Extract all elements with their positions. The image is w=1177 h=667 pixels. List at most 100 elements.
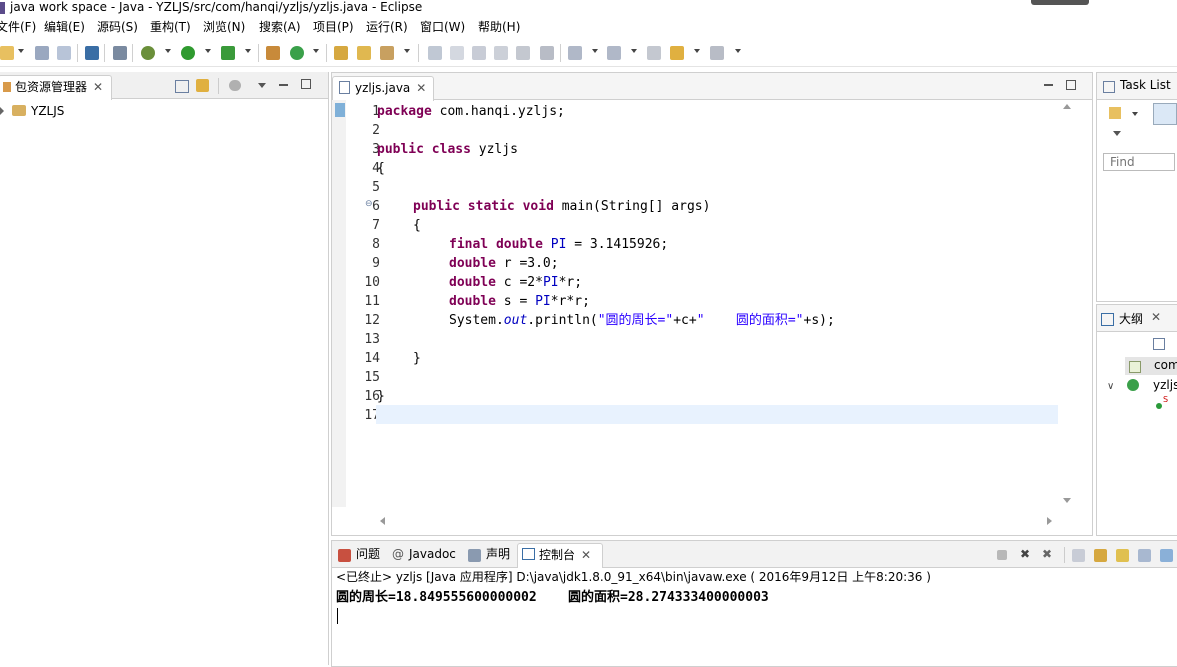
prev-annotation-icon[interactable]	[607, 46, 621, 60]
new-class-icon[interactable]	[290, 46, 304, 60]
new-task-icon[interactable]	[1109, 107, 1121, 119]
pin-icon[interactable]	[428, 46, 442, 60]
tab-javadoc[interactable]: Javadoc	[409, 545, 456, 563]
tab-declaration[interactable]: 声明	[486, 545, 510, 563]
back-arrow-icon[interactable]	[670, 46, 684, 60]
pilcrow-icon[interactable]	[540, 46, 554, 60]
forward-arrow-icon[interactable]	[710, 46, 724, 60]
minimize-icon[interactable]	[279, 84, 288, 86]
view-menu-icon[interactable]	[258, 83, 266, 88]
code-line-6[interactable]: public static void main(String[] args)	[413, 197, 710, 216]
link-editor-icon[interactable]	[196, 79, 209, 92]
fold-toggle-icon[interactable]: ⊖	[365, 199, 373, 209]
menu-file[interactable]: 文件(F)	[0, 18, 36, 36]
external-dropdown-icon[interactable]	[245, 49, 251, 53]
search-icon[interactable]	[380, 46, 394, 60]
toggle-block-icon[interactable]	[494, 46, 508, 60]
menu-run[interactable]: 运行(R)	[366, 18, 408, 36]
close-icon[interactable]: ✕	[416, 77, 426, 99]
new-dropdown-icon[interactable]	[18, 49, 24, 53]
maximize-icon[interactable]	[301, 79, 311, 89]
search-dropdown-icon[interactable]	[404, 49, 410, 53]
new-task-dropdown-icon[interactable]	[1132, 112, 1138, 116]
menu-project[interactable]: 项目(P)	[313, 18, 354, 36]
code-line-12[interactable]: System.out.println("圆的周长="+c+" 圆的面积="+s)…	[449, 311, 835, 330]
scroll-left-icon[interactable]	[380, 517, 385, 525]
pin-console-icon[interactable]	[1160, 549, 1173, 562]
task-list-tab-label[interactable]: Task List	[1120, 78, 1171, 92]
show-on-output-icon[interactable]	[1138, 549, 1151, 562]
code-line-1[interactable]: package com.hanqi.yzljs;	[377, 102, 565, 121]
new-icon[interactable]	[0, 46, 14, 60]
clear-console-icon[interactable]	[1072, 549, 1085, 562]
menu-edit[interactable]: 编辑(E)	[44, 18, 85, 36]
open-type-icon[interactable]	[334, 46, 348, 60]
vertical-scrollbar[interactable]	[1059, 100, 1075, 507]
code-line-3[interactable]: public class yzljs	[377, 140, 518, 159]
code-line-7[interactable]: {	[413, 216, 421, 235]
code-line-11[interactable]: double s = PI*r*r;	[449, 292, 590, 311]
expand-arrow-icon[interactable]: ∨	[1107, 381, 1114, 392]
run-dropdown-icon[interactable]	[205, 49, 211, 53]
outline-class-label[interactable]: yzljs	[1153, 378, 1177, 392]
scroll-up-icon[interactable]	[1063, 104, 1071, 109]
annotation-icon[interactable]	[450, 46, 464, 60]
horizontal-scrollbar[interactable]	[376, 513, 1059, 529]
tab-problems[interactable]: 问题	[356, 545, 380, 563]
console-output-line[interactable]: 圆的周长=18.849555600000002 圆的面积=28.27433340…	[336, 589, 769, 607]
run-external-icon[interactable]	[221, 46, 235, 60]
minimize-icon[interactable]	[1044, 84, 1053, 86]
code-line-4[interactable]: {	[377, 159, 385, 178]
window-controls[interactable]	[1031, 0, 1089, 5]
close-icon[interactable]: ✕	[93, 76, 103, 98]
code-line-14[interactable]: }	[413, 349, 421, 368]
last-edit-icon[interactable]	[647, 46, 661, 60]
prev-annotation-dropdown-icon[interactable]	[631, 49, 637, 53]
code-line-8[interactable]: final double PI = 3.1415926;	[449, 235, 668, 254]
tab-package-explorer[interactable]: 包资源管理器 ✕	[0, 75, 112, 100]
save-icon[interactable]	[35, 46, 49, 60]
run-icon[interactable]	[181, 46, 195, 60]
maximize-icon[interactable]	[1066, 80, 1076, 90]
menu-help[interactable]: 帮助(H)	[478, 18, 520, 36]
next-annotation-icon[interactable]	[568, 46, 582, 60]
new-package-icon[interactable]	[266, 46, 280, 60]
outline-item-package[interactable]: com	[1125, 357, 1177, 375]
terminate-icon[interactable]	[997, 550, 1007, 560]
save-all-icon[interactable]	[57, 46, 71, 60]
debug-icon[interactable]	[141, 46, 155, 60]
console-view-icon[interactable]	[85, 46, 99, 60]
collapse-all-icon[interactable]	[175, 80, 189, 93]
menu-source[interactable]: 源码(S)	[97, 18, 138, 36]
word-wrap-icon[interactable]	[1116, 549, 1129, 562]
collapse-all-icon[interactable]	[1153, 338, 1165, 350]
close-icon[interactable]: ✕	[1151, 310, 1161, 324]
find-input[interactable]	[1103, 153, 1175, 171]
remove-launch-icon[interactable]: ✖	[1020, 545, 1030, 563]
remove-all-terminated-icon[interactable]: ✖	[1042, 545, 1052, 563]
scroll-right-icon[interactable]	[1047, 517, 1052, 525]
show-whitespace-icon[interactable]	[516, 46, 530, 60]
scroll-lock-icon[interactable]	[1094, 549, 1107, 562]
menu-search[interactable]: 搜索(A)	[259, 18, 301, 36]
focus-task-icon[interactable]	[229, 80, 241, 91]
annotation-ruler[interactable]	[332, 100, 346, 507]
menu-navigate[interactable]: 浏览(N)	[203, 18, 245, 36]
tree-item-project[interactable]: YZLJS	[0, 102, 64, 120]
view-menu-icon[interactable]	[1113, 131, 1121, 136]
outline-tab-label[interactable]: 大纲	[1119, 310, 1143, 327]
menu-window[interactable]: 窗口(W)	[420, 18, 465, 36]
skip-breakpoints-icon[interactable]	[113, 46, 127, 60]
forward-dropdown-icon[interactable]	[735, 49, 741, 53]
categorized-icon[interactable]	[1153, 103, 1177, 125]
code-line-10[interactable]: double c =2*PI*r;	[449, 273, 582, 292]
close-icon[interactable]: ✕	[581, 544, 591, 566]
method-icon[interactable]	[1156, 403, 1162, 409]
back-dropdown-icon[interactable]	[694, 49, 700, 53]
new-class-dropdown-icon[interactable]	[313, 49, 319, 53]
menu-refactor[interactable]: 重构(T)	[150, 18, 191, 36]
scroll-down-icon[interactable]	[1063, 498, 1071, 503]
debug-dropdown-icon[interactable]	[165, 49, 171, 53]
open-folder-icon[interactable]	[357, 46, 371, 60]
mark-icon[interactable]	[472, 46, 486, 60]
